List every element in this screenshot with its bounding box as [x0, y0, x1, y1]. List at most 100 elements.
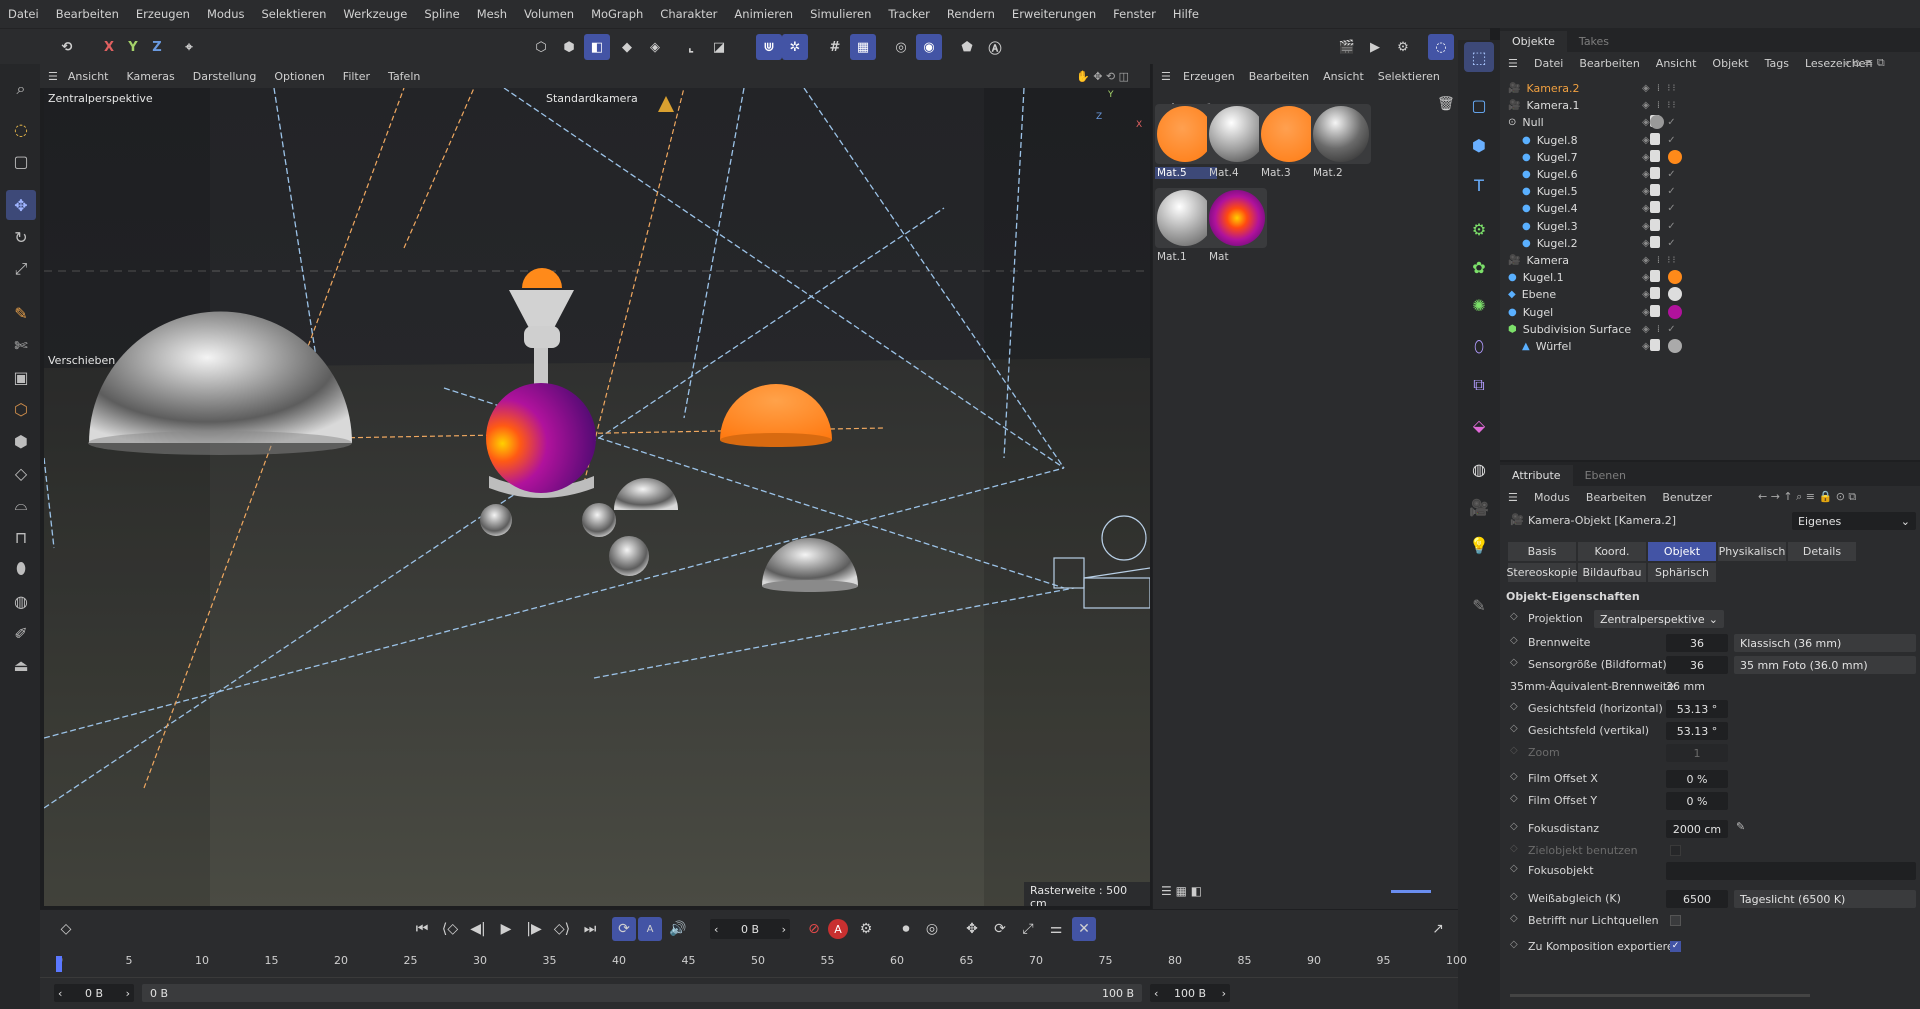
cube-icon[interactable]: ⬢ — [1464, 130, 1494, 160]
axis-z-lock[interactable]: Z — [144, 34, 170, 60]
goto-start-icon[interactable]: ⏮ — [410, 917, 434, 941]
attribute-nav-icons[interactable]: ← → ↑ ⌕ ≡ 🔒 ⊙ ⧉ — [1758, 490, 1856, 504]
material-tag-icon[interactable] — [1668, 339, 1682, 353]
hamburger-icon[interactable]: ☰ — [1508, 491, 1518, 504]
preset-dropdown[interactable]: Eigenes ⌄ — [1792, 512, 1916, 530]
affect-lights-only-checkbox[interactable] — [1670, 915, 1681, 926]
playhead[interactable] — [56, 956, 62, 972]
loop-icon[interactable]: ⟳ — [612, 917, 636, 941]
object-menu-item[interactable]: Datei — [1534, 57, 1563, 70]
menu-item-0[interactable]: Datei — [8, 7, 39, 21]
prev-frame-icon[interactable]: ◀| — [466, 917, 490, 941]
attribute-menu-item[interactable]: Bearbeiten — [1586, 491, 1646, 504]
use-target-checkbox[interactable] — [1670, 845, 1681, 856]
autokey-icon[interactable]: A — [828, 919, 848, 939]
light-icon[interactable]: 💡 — [1464, 530, 1494, 560]
object-menu-item[interactable]: Bearbeiten — [1579, 57, 1639, 70]
move-tool-icon[interactable]: ✥ — [6, 190, 36, 220]
menu-item-10[interactable]: Charakter — [660, 7, 717, 21]
focus-object-link[interactable] — [1666, 862, 1916, 880]
axis-x-lock[interactable]: X — [96, 34, 122, 60]
tag-icon[interactable] — [1650, 304, 1660, 317]
attribute-scrollbar[interactable] — [1510, 994, 1810, 997]
film-offset-x-field[interactable]: 0 % — [1666, 770, 1728, 788]
menu-item-1[interactable]: Bearbeiten — [56, 7, 119, 21]
tag-icon[interactable] — [1650, 132, 1660, 145]
hamburger-icon[interactable]: ☰ — [1508, 57, 1518, 70]
visibility-toggles[interactable]: ◈ ⁞ ⁝⁝ — [1642, 255, 1678, 266]
key-scale-icon[interactable]: ⤢ — [1016, 917, 1040, 941]
bevel-icon[interactable]: ◇ — [6, 458, 36, 488]
menu-item-12[interactable]: Simulieren — [810, 7, 871, 21]
environment-icon[interactable]: ◍ — [1464, 454, 1494, 484]
polygon-pen-icon[interactable]: ⬢ — [6, 426, 36, 456]
magnet-icon[interactable]: ⊓ — [6, 522, 36, 552]
view-mode-icons[interactable]: ☰ ▦ ◧ — [1161, 884, 1202, 898]
attr-tab-basis[interactable]: Basis — [1508, 542, 1576, 561]
sensor-size-preset[interactable]: 35 mm Foto (36.0 mm) — [1734, 656, 1916, 674]
material-tag-icon[interactable] — [1668, 149, 1682, 164]
quantize-icon[interactable]: ◎ — [888, 34, 914, 60]
axis-mode-icon[interactable]: ⌞ — [678, 34, 704, 60]
menu-item-17[interactable]: Hilfe — [1173, 7, 1199, 21]
attr-tab-objekt[interactable]: Objekt — [1648, 542, 1716, 561]
attr-tab-details[interactable]: Details — [1788, 542, 1856, 561]
attr-tab-koord[interactable]: Koord. — [1578, 542, 1646, 561]
render-view-icon[interactable]: 🎬 — [1334, 34, 1360, 60]
range-start-field[interactable]: ‹ 0 B › — [54, 984, 134, 1002]
tag-icon[interactable] — [1650, 287, 1660, 300]
render-picture-viewer-icon[interactable]: ▶ — [1362, 34, 1388, 60]
attr-tab-bildaufbau[interactable]: Bildaufbau — [1578, 563, 1646, 582]
guide-icon[interactable]: Ⓐ — [982, 34, 1008, 60]
motion-record-icon[interactable]: ⏺ — [894, 917, 918, 941]
focus-distance-field[interactable]: 2000 cm — [1666, 820, 1728, 838]
menu-item-3[interactable]: Modus — [207, 7, 245, 21]
sketch-icon[interactable]: ✎ — [1464, 590, 1494, 620]
focal-length-field[interactable]: 36 — [1666, 634, 1728, 652]
fov-vertical-field[interactable]: 53.13 ° — [1666, 722, 1728, 740]
iron-icon[interactable]: ⏏ — [6, 650, 36, 680]
menu-item-8[interactable]: Volumen — [524, 7, 574, 21]
menu-item-2[interactable]: Erzeugen — [136, 7, 190, 21]
redshift-icon[interactable]: ◌ — [1428, 34, 1454, 60]
next-frame-icon[interactable]: |▶ — [522, 917, 546, 941]
film-offset-y-field[interactable]: 0 % — [1666, 792, 1728, 810]
eyedropper-icon[interactable]: ✎ — [1736, 820, 1745, 833]
symmetry-icon[interactable]: ◉ — [916, 34, 942, 60]
search-icon[interactable]: ⌕ — [6, 74, 36, 104]
viewport-menu-item[interactable]: Darstellung — [193, 70, 257, 83]
3d-viewport[interactable]: Zentralperspektive Standardkamera Versch… — [44, 88, 1150, 906]
playback-mode-icon[interactable]: A — [638, 917, 662, 941]
menu-item-4[interactable]: Selektieren — [261, 7, 326, 21]
attr-tab-sphärisch[interactable]: Sphärisch — [1648, 563, 1716, 582]
viewport-menu-item[interactable]: Kameras — [127, 70, 175, 83]
deformer-icon[interactable]: ⬯ — [1464, 332, 1494, 362]
viewport-solo-icon[interactable]: ⬟ — [954, 34, 980, 60]
scale-tool-icon[interactable]: ⤢ — [6, 254, 36, 284]
menu-item-14[interactable]: Rendern — [947, 7, 995, 21]
cursor-icon[interactable]: ⬚ — [1464, 42, 1494, 72]
menu-item-9[interactable]: MoGraph — [591, 7, 643, 21]
tab-takes[interactable]: Takes — [1567, 31, 1621, 52]
bridge-icon[interactable]: ⌓ — [6, 490, 36, 520]
prev-key-icon[interactable]: ⟨◇ — [438, 917, 462, 941]
record-icon[interactable]: ⊘ — [802, 917, 826, 941]
viewport-menu-item[interactable]: Ansicht — [68, 70, 109, 83]
attr-tab-physikalisch[interactable]: Physikalisch — [1718, 542, 1786, 561]
material-tag-icon[interactable] — [1668, 270, 1682, 285]
attribute-menu-item[interactable]: Modus — [1534, 491, 1570, 504]
text-icon[interactable]: T — [1464, 170, 1494, 200]
zoom-slider[interactable] — [1391, 890, 1431, 893]
points-mode-icon[interactable]: ⬡ — [528, 34, 554, 60]
material-menu-item[interactable]: Selektieren — [1378, 70, 1440, 83]
material-tag-icon[interactable] — [1668, 287, 1682, 302]
camera-icon[interactable]: 🎥 — [1464, 492, 1494, 522]
timeline-window-icon[interactable]: ↗ — [1426, 917, 1450, 941]
key-parameter-icon[interactable]: ⚌ — [1044, 917, 1068, 941]
tag-icon[interactable] — [1650, 184, 1660, 197]
next-key-icon[interactable]: ◇⟩ — [550, 917, 574, 941]
paint-icon[interactable]: ✐ — [6, 618, 36, 648]
key-rotation-icon[interactable]: ⟳ — [988, 917, 1012, 941]
visibility-toggles[interactable]: ◈ ⁞ ✓ — [1642, 324, 1678, 335]
weight-icon[interactable]: ⬮ — [6, 554, 36, 584]
